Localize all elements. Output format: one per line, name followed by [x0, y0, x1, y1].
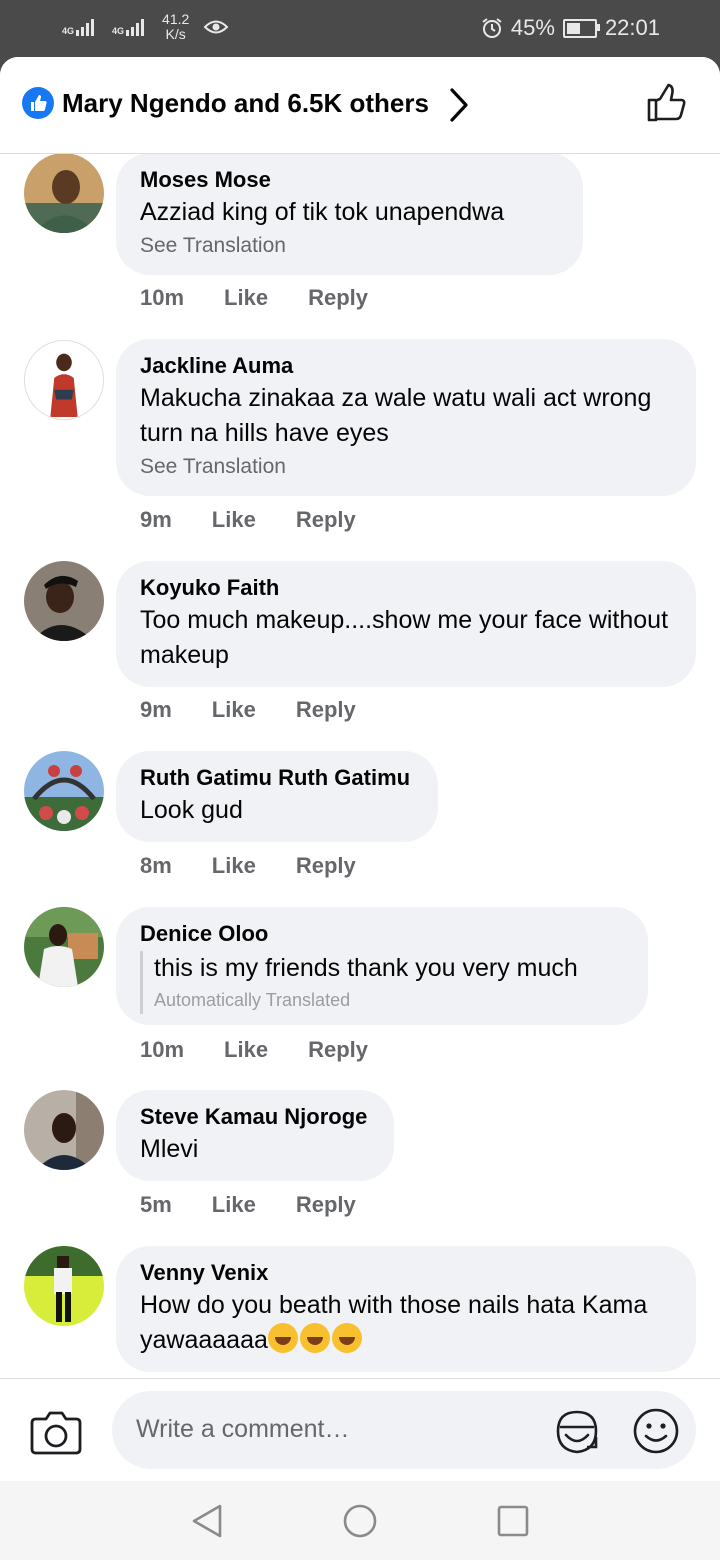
reply-button[interactable]: Reply [308, 285, 368, 311]
commenter-name[interactable]: Moses Mose [140, 165, 559, 195]
commenter-name[interactable]: Koyuko Faith [140, 573, 672, 603]
sticker-icon[interactable] [552, 1407, 602, 1457]
comment-input[interactable]: Write a comment… [112, 1391, 696, 1469]
auto-translated-label: Automatically Translated [154, 990, 351, 1010]
comment-actions: 8m Like Reply [140, 853, 396, 879]
comment-actions: 9m Like Reply [140, 697, 396, 723]
alarm-icon [482, 18, 502, 38]
comment-actions: 10m Like Reply [140, 1037, 408, 1063]
comment-time: 9m [140, 697, 172, 722]
back-icon[interactable] [190, 1503, 224, 1539]
reactions-comments-sheet: Mary Ngendo and 6.5K others Moses Mose A… [0, 57, 720, 1560]
like-button[interactable]: Like [224, 1037, 268, 1063]
reply-button[interactable]: Reply [296, 507, 356, 533]
comment-text: Mlevi [140, 1135, 199, 1163]
commenter-name[interactable]: Jackline Auma [140, 351, 672, 381]
comment-input-placeholder: Write a comment… [136, 1415, 350, 1443]
comment-bubble[interactable]: Venny Venix How do you beath with those … [116, 1246, 696, 1372]
laughing-emoji-icon [267, 1323, 298, 1353]
battery-icon [562, 18, 600, 38]
like-button[interactable]: Like [212, 697, 256, 723]
clock: 22:01 [604, 15, 660, 40]
see-translation-link[interactable]: See Translation [140, 451, 672, 483]
like-reaction-icon [22, 87, 54, 119]
reply-button[interactable]: Reply [296, 697, 356, 723]
comment-actions: 5m Like Reply [140, 1192, 396, 1218]
status-bar: 4G 4G 41.2 K/s 45% 22:01 [0, 0, 720, 58]
network-speed: 41.2 K/s [162, 11, 190, 42]
comment-bubble[interactable]: Moses Mose Azziad king of tik tok unapen… [116, 153, 583, 275]
reactions-summary[interactable]: Mary Ngendo and 6.5K others [62, 88, 429, 119]
comment-bubble[interactable]: Koyuko Faith Too much makeup....show me … [116, 561, 696, 687]
home-icon[interactable] [343, 1503, 377, 1539]
see-translation-link[interactable]: See Translation [140, 230, 559, 262]
laughing-emoji-icon [299, 1323, 330, 1353]
comment-time: 9m [140, 507, 172, 532]
like-button[interactable]: Like [212, 507, 256, 533]
comment-time: 10m [140, 1037, 185, 1062]
emoji-icon[interactable] [632, 1407, 680, 1455]
avatar[interactable] [24, 751, 104, 831]
avatar[interactable] [24, 1246, 104, 1326]
comment-time: 8m [140, 853, 172, 878]
like-button[interactable]: Like [212, 1192, 256, 1218]
recent-apps-icon[interactable] [496, 1503, 530, 1539]
comment-bubble[interactable]: Ruth Gatimu Ruth Gatimu Look gud [116, 751, 438, 842]
comment-text: Too much makeup....show me your face wit… [140, 606, 669, 669]
reply-button[interactable]: Reply [308, 1037, 368, 1063]
system-navigation-bar [0, 1481, 720, 1560]
battery-percent: 45% [510, 15, 555, 40]
comment-text: Makucha zinakaa za wale watu wali act wr… [140, 384, 652, 447]
comment-composer: Write a comment… [0, 1378, 720, 1482]
reply-button[interactable]: Reply [296, 853, 356, 879]
like-button[interactable]: Like [224, 285, 268, 311]
eye-icon [203, 20, 229, 34]
comment-text: How do you beath with those nails hata K… [140, 1291, 648, 1354]
avatar[interactable] [24, 153, 104, 233]
signal-icon [76, 19, 95, 36]
comment-text: Look gud [140, 796, 243, 824]
comment-bubble[interactable]: Jackline Auma Makucha zinakaa za wale wa… [116, 339, 696, 496]
camera-icon[interactable] [30, 1409, 82, 1455]
comment-time: 5m [140, 1192, 172, 1217]
comment-bubble[interactable]: Denice Oloo this is my friends thank you… [116, 907, 648, 1025]
comment-actions: 9m Like Reply [140, 507, 396, 533]
comments-list[interactable]: Moses Mose Azziad king of tik tok unapen… [0, 153, 720, 1378]
signal-icon [126, 19, 145, 36]
avatar[interactable] [24, 340, 104, 420]
commenter-name[interactable]: Steve Kamau Njoroge [140, 1102, 370, 1132]
comment-text: this is my friends thank you very much [154, 954, 578, 982]
translated-block: this is my friends thank you very much A… [140, 951, 624, 1014]
sheet-header: Mary Ngendo and 6.5K others [0, 57, 720, 154]
comment-actions: 10m Like Reply [140, 285, 408, 311]
avatar[interactable] [24, 907, 104, 987]
avatar[interactable] [24, 561, 104, 641]
signal-2: 4G [112, 18, 148, 36]
commenter-name[interactable]: Denice Oloo [140, 919, 624, 949]
thumbs-up-icon[interactable] [645, 81, 689, 125]
comment-bubble[interactable]: Steve Kamau Njoroge Mlevi [116, 1090, 394, 1181]
chevron-right-icon[interactable] [445, 87, 473, 123]
reply-button[interactable]: Reply [296, 1192, 356, 1218]
comment-text: Azziad king of tik tok unapendwa [140, 198, 505, 226]
signal-1: 4G [62, 18, 98, 36]
commenter-name[interactable]: Ruth Gatimu Ruth Gatimu [140, 763, 414, 793]
laughing-emoji-icon [331, 1323, 362, 1353]
like-button[interactable]: Like [212, 853, 256, 879]
comment-time: 10m [140, 285, 185, 310]
avatar[interactable] [24, 1090, 104, 1170]
commenter-name[interactable]: Venny Venix [140, 1258, 672, 1288]
